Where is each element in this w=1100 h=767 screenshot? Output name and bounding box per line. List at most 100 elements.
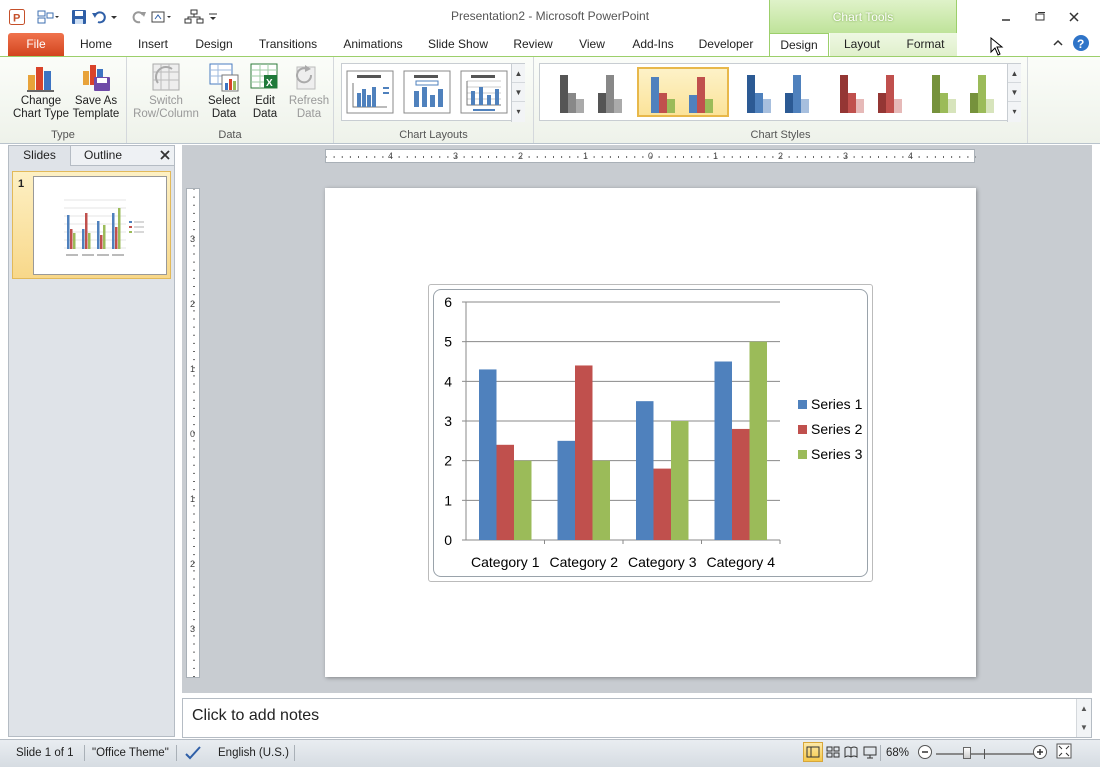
- y-tick-label[interactable]: 3: [444, 413, 452, 429]
- zoom-slider-thumb[interactable]: [962, 747, 971, 759]
- x-tick-label[interactable]: Category 2: [550, 554, 619, 570]
- help-icon[interactable]: ?: [1072, 34, 1090, 55]
- chart-style-multicolor[interactable]: [637, 67, 729, 117]
- y-tick-label[interactable]: 6: [444, 294, 452, 310]
- bar-2-4[interactable]: [732, 428, 750, 540]
- tab-file[interactable]: File: [8, 33, 64, 56]
- reading-view-icon[interactable]: [843, 744, 859, 763]
- y-tick-label[interactable]: 5: [444, 334, 452, 350]
- zoom-in-icon[interactable]: [1032, 744, 1048, 763]
- legend-swatch-3[interactable]: [798, 450, 807, 459]
- chart-style-green[interactable]: [920, 67, 1006, 117]
- scroll-down-icon[interactable]: ▼: [1008, 83, 1021, 102]
- scroll-up-icon[interactable]: ▲: [1008, 64, 1021, 83]
- scroll-up-icon[interactable]: ▲: [512, 64, 525, 83]
- notes-pane[interactable]: Click to add notes ▲ ▼: [182, 698, 1092, 738]
- chart-layout-2[interactable]: [402, 67, 452, 117]
- chart-area[interactable]: 0 1 2 3 4 5 6 Category 1 Category 2 Category 3 Cat…: [433, 289, 868, 577]
- zoom-level[interactable]: 68%: [886, 747, 909, 759]
- normal-view-icon[interactable]: [803, 742, 823, 762]
- chart-styles-scroll[interactable]: ▲ ▼ ▾: [1007, 64, 1021, 122]
- bar-2-3[interactable]: [653, 468, 672, 540]
- select-data-button[interactable]: Select Data: [203, 61, 245, 121]
- notes-scrollbar[interactable]: ▲ ▼: [1076, 699, 1091, 737]
- bar-1-3[interactable]: [636, 401, 654, 540]
- chart-style-gray[interactable]: [546, 67, 632, 117]
- tab-add-ins[interactable]: Add-Ins: [623, 33, 683, 56]
- tab-review[interactable]: Review: [505, 33, 561, 56]
- bar-3-1[interactable]: [514, 460, 532, 540]
- legend-swatch-2[interactable]: [798, 425, 807, 434]
- bar-1-4[interactable]: [714, 361, 733, 541]
- data-group: Switch Row/Column Select Data X Edit Dat…: [127, 57, 334, 143]
- chart-layout-3[interactable]: [459, 67, 509, 117]
- save-as-template-button[interactable]: Save As Template: [70, 61, 122, 121]
- bar-3-4[interactable]: [749, 341, 768, 540]
- refresh-data-button[interactable]: Refresh Data: [285, 61, 333, 121]
- spell-check-icon[interactable]: [184, 744, 202, 763]
- tab-view[interactable]: View: [568, 33, 616, 56]
- bar-2-1[interactable]: [496, 444, 515, 540]
- tab-chart-layout[interactable]: Layout: [830, 33, 894, 56]
- fit-slide-icon[interactable]: [1056, 743, 1072, 762]
- slide-show-icon[interactable]: [862, 744, 878, 763]
- close-window-button[interactable]: [1064, 10, 1084, 24]
- more-styles-icon[interactable]: ▾: [1008, 102, 1021, 121]
- tab-chart-format[interactable]: Format: [894, 33, 957, 56]
- column-chart[interactable]: 0 1 2 3 4 5 6 Category 1 Category 2 Category 3 Cat…: [434, 290, 869, 578]
- restore-button[interactable]: [1030, 10, 1050, 24]
- save-template-icon: [80, 61, 112, 93]
- tab-design[interactable]: Design: [186, 33, 242, 56]
- zoom-out-icon[interactable]: [917, 744, 933, 763]
- more-layouts-icon[interactable]: ▾: [512, 102, 525, 121]
- y-tick-label[interactable]: 2: [444, 453, 452, 469]
- chart-style-blue[interactable]: [735, 67, 821, 117]
- tab-developer[interactable]: Developer: [691, 33, 761, 56]
- bar-2-2[interactable]: [575, 365, 593, 540]
- chart-layouts-scroll[interactable]: ▲ ▼ ▾: [511, 64, 525, 122]
- bar-3-3[interactable]: [671, 421, 689, 540]
- y-tick-label[interactable]: 4: [444, 373, 452, 389]
- scroll-up-icon[interactable]: ▲: [1077, 699, 1091, 718]
- tab-home[interactable]: Home: [70, 33, 122, 56]
- slide-canvas[interactable]: 0 1 2 3 4 5 6 Category 1 Category 2 Category 3 Cat…: [325, 188, 976, 677]
- close-pane-icon[interactable]: [159, 149, 171, 164]
- legend-label-1[interactable]: Series 1: [811, 396, 863, 412]
- bar-1-1[interactable]: [479, 369, 497, 540]
- switch-row-column-button[interactable]: Switch Row/Column: [131, 61, 201, 121]
- scroll-down-icon[interactable]: ▼: [512, 83, 525, 102]
- bar-1-2[interactable]: [557, 440, 576, 540]
- y-tick-label[interactable]: 1: [444, 492, 452, 508]
- theme-name[interactable]: "Office Theme": [92, 747, 169, 759]
- tab-slides[interactable]: Slides: [9, 146, 71, 166]
- change-chart-type-button[interactable]: Change Chart Type: [12, 61, 70, 121]
- switch-row-column-icon: [150, 61, 182, 93]
- tab-chart-design[interactable]: Design: [769, 33, 829, 56]
- minimize-button[interactable]: [996, 10, 1016, 24]
- chart-selection-frame[interactable]: 0 1 2 3 4 5 6 Category 1 Category 2 Category 3 Cat…: [428, 284, 873, 582]
- tab-slide-show[interactable]: Slide Show: [420, 33, 496, 56]
- x-tick-label[interactable]: Category 3: [628, 554, 697, 570]
- legend-swatch-1[interactable]: [798, 400, 807, 409]
- tab-animations[interactable]: Animations: [334, 33, 412, 56]
- chart-style-red[interactable]: [828, 67, 914, 117]
- legend-label-2[interactable]: Series 2: [811, 421, 863, 437]
- chart-layout-1[interactable]: [345, 67, 395, 117]
- bar-3-2[interactable]: [592, 460, 611, 540]
- slide-sorter-icon[interactable]: [825, 744, 841, 763]
- slide-thumbnail[interactable]: 1: [12, 171, 171, 279]
- x-tick-label[interactable]: Category 1: [471, 554, 540, 570]
- edit-data-button[interactable]: X Edit Data: [245, 61, 285, 121]
- language[interactable]: English (U.S.): [218, 747, 289, 759]
- scroll-down-icon[interactable]: ▼: [1077, 718, 1091, 737]
- type-group-label: Type: [51, 129, 75, 141]
- x-tick-label[interactable]: Category 4: [707, 554, 776, 570]
- minimize-ribbon-icon[interactable]: [1052, 37, 1064, 52]
- tab-outline[interactable]: Outline: [72, 146, 134, 166]
- legend-label-3[interactable]: Series 3: [811, 446, 863, 462]
- tab-insert[interactable]: Insert: [127, 33, 179, 56]
- y-tick-label[interactable]: 0: [444, 532, 452, 548]
- zoom-slider[interactable]: [936, 747, 1034, 759]
- tab-transitions[interactable]: Transitions: [250, 33, 326, 56]
- notes-placeholder[interactable]: Click to add notes: [192, 707, 319, 725]
